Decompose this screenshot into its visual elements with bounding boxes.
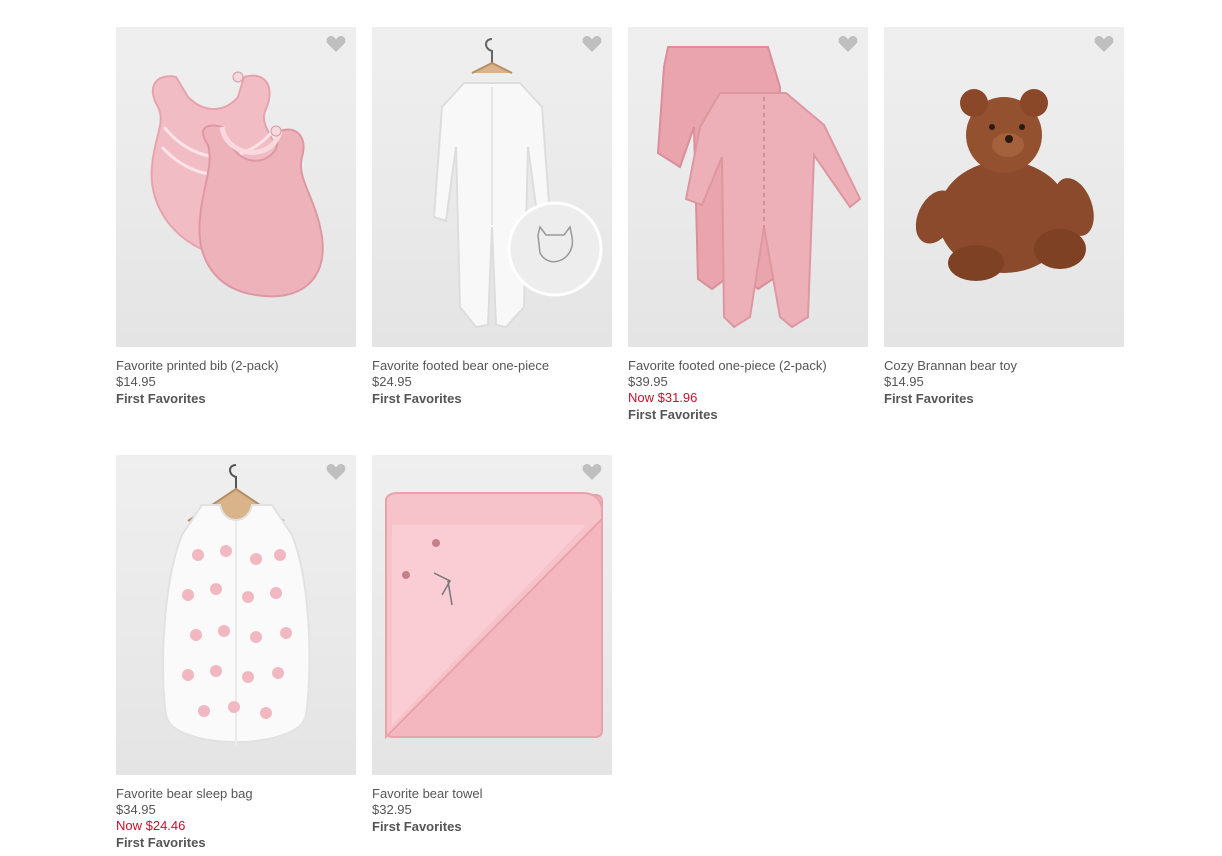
product-sale-price: Now $24.46 (116, 818, 186, 833)
product-price: $14.95 (116, 374, 156, 389)
product-name[interactable]: Cozy Brannan bear toy (884, 358, 1124, 374)
product-card[interactable]: Favorite printed bib (2-pack) $14.95 Fir… (116, 27, 356, 407)
product-name[interactable]: Favorite footed one-piece (2-pack) (628, 358, 868, 374)
product-collection: First Favorites (628, 407, 718, 422)
product-card[interactable]: Favorite footed one-piece (2-pack) $39.9… (628, 27, 868, 423)
product-image-bibs[interactable] (116, 27, 356, 347)
pink-one-pieces-illustration (656, 46, 862, 329)
product-price: $32.95 (372, 802, 412, 817)
towel-illustration (385, 492, 603, 740)
bib-illustration (150, 71, 324, 298)
product-card[interactable]: Cozy Brannan bear toy $14.95 First Favor… (884, 27, 1124, 407)
heart-icon[interactable] (838, 35, 858, 53)
one-piece-illustration (432, 38, 603, 329)
product-price: $34.95 (116, 802, 156, 817)
product-name[interactable]: Favorite footed bear one-piece (372, 358, 612, 374)
product-sale-price: Now $31.96 (628, 390, 698, 405)
heart-icon[interactable] (582, 463, 602, 481)
product-price: $39.95 (628, 374, 668, 389)
product-card[interactable]: Favorite bear towel $32.95 First Favorit… (372, 455, 612, 835)
product-collection: First Favorites (372, 391, 462, 406)
heart-icon[interactable] (326, 35, 346, 53)
heart-icon[interactable] (582, 35, 602, 53)
product-name[interactable]: Favorite bear towel (372, 786, 612, 802)
product-card[interactable]: Favorite footed bear one-piece $24.95 Fi… (372, 27, 612, 407)
product-collection: First Favorites (884, 391, 974, 406)
product-image-towel[interactable] (372, 455, 612, 775)
sleep-bag-illustration (162, 464, 311, 745)
product-name[interactable]: Favorite printed bib (2-pack) (116, 358, 356, 374)
heart-icon[interactable] (326, 463, 346, 481)
teddy-bear-illustration (915, 89, 1094, 281)
product-collection: First Favorites (116, 391, 206, 406)
product-price: $24.95 (372, 374, 412, 389)
product-image-bear-one-piece[interactable] (372, 27, 612, 347)
product-collection: First Favorites (372, 819, 462, 834)
product-collection: First Favorites (116, 835, 206, 850)
product-card[interactable]: Favorite bear sleep bag $34.95 Now $24.4… (116, 455, 356, 851)
product-image-teddy-bear[interactable] (884, 27, 1124, 347)
product-name[interactable]: Favorite bear sleep bag (116, 786, 356, 802)
product-image-sleep-bag[interactable] (116, 455, 356, 775)
product-price: $14.95 (884, 374, 924, 389)
heart-icon[interactable] (1094, 35, 1114, 53)
product-image-pink-one-pieces[interactable] (628, 27, 868, 347)
